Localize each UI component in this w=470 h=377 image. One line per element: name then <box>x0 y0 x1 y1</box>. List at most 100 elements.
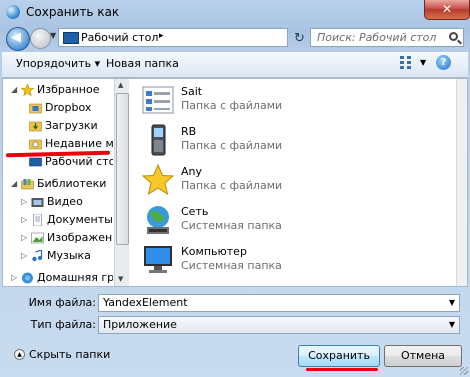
filetype-label: Тип файла: <box>30 318 96 331</box>
change-view-icon[interactable] <box>400 56 414 70</box>
forward-button[interactable] <box>30 28 51 49</box>
file-type: Папка с файлами <box>181 99 283 112</box>
nav-favorites-label: Избранное <box>37 83 100 96</box>
downloads-folder-icon <box>29 121 42 132</box>
star-icon <box>21 84 34 96</box>
browser-pane: ◢ Избранное Dropbox Загрузки Недавние ме… <box>2 78 468 287</box>
back-button[interactable]: ◀ <box>6 27 30 51</box>
help-icon[interactable]: ? <box>436 55 451 70</box>
breadcrumb-arrow-icon[interactable]: ▸ <box>159 31 164 41</box>
search-box[interactable]: Поиск: Рабочий стол <box>310 28 464 47</box>
address-text[interactable]: Рабочий стол <box>81 31 158 44</box>
view-options-dropdown-icon[interactable]: ▼ <box>420 58 426 67</box>
expand-icon[interactable]: ▷ <box>11 269 17 286</box>
new-folder-button[interactable]: Новая папка <box>106 57 179 70</box>
save-fields: Имя файла: YandexElement ▼ Тип файла: Пр… <box>0 288 470 338</box>
window-title: Сохранить как <box>26 5 120 19</box>
collapse-icon[interactable]: ◢ <box>11 175 17 193</box>
nav-item-downloads[interactable]: Загрузки <box>3 117 113 135</box>
filename-dropdown-icon[interactable]: ▼ <box>449 295 455 311</box>
libraries-icon <box>21 179 34 190</box>
scroll-up-icon[interactable]: ▲ <box>118 81 123 89</box>
folder-list-icon <box>142 86 174 114</box>
navigation-scrollbar[interactable]: ▲ ▼ <box>114 79 129 286</box>
collapse-icon[interactable]: ◢ <box>11 81 17 99</box>
nav-item-music[interactable]: ▷ Музыка <box>3 247 113 265</box>
file-name: RB <box>181 125 197 138</box>
music-icon <box>32 250 43 262</box>
command-toolbar: Упорядочить ▾ Новая папка ▼ ? <box>2 52 468 78</box>
phone-icon <box>151 124 166 156</box>
nav-item-label: Изображения <box>47 231 113 244</box>
nav-item-documents[interactable]: ▷ Документы <box>3 211 113 229</box>
desktop-icon <box>63 32 79 44</box>
nav-item-label: Музыка <box>47 249 91 262</box>
nav-homegroup[interactable]: ▷ Домашняя группа <box>3 269 113 286</box>
scrollbar-thumb[interactable] <box>116 93 129 245</box>
filetype-dropdown-icon[interactable]: ▼ <box>449 317 455 333</box>
search-input[interactable]: Поиск: Рабочий стол <box>317 31 436 44</box>
homegroup-icon <box>22 272 33 284</box>
desktop-icon <box>29 157 42 167</box>
computer-icon <box>144 246 172 273</box>
file-type: Папка с файлами <box>181 139 283 152</box>
documents-icon <box>33 214 42 226</box>
highlight-underline-save <box>306 368 378 371</box>
file-list: Sait Папка с файлами RB Папка с файлами … <box>131 79 456 286</box>
pictures-icon <box>31 232 44 244</box>
save-button[interactable]: Сохранить <box>298 345 380 367</box>
navigation-bar: ◀ ▼ Рабочий стол ▸ ▼ ↻ Поиск: Рабочий ст… <box>0 24 470 52</box>
file-name: Any <box>181 165 203 178</box>
scroll-down-icon[interactable]: ▼ <box>118 275 123 283</box>
file-list-scrollbar[interactable] <box>456 79 467 286</box>
nav-item-label: Документы <box>47 213 113 226</box>
nav-favorites[interactable]: ◢ Избранное <box>3 81 113 99</box>
list-item[interactable]: Sait Папка с файлами <box>137 81 437 121</box>
nav-libraries[interactable]: ◢ Библиотеки <box>3 175 113 193</box>
filetype-value[interactable]: Приложение <box>103 318 177 331</box>
nav-item-dropbox[interactable]: Dropbox <box>3 99 113 117</box>
close-button[interactable]: ✕ <box>424 0 470 20</box>
save-as-dialog: Сохранить как ✕ ◀ ▼ Рабочий стол ▸ ▼ ↻ П… <box>0 0 470 377</box>
collapse-arrow-icon: ▲ <box>14 349 25 360</box>
file-type: Системная папка <box>181 219 282 232</box>
list-item[interactable] <box>137 281 437 286</box>
list-item[interactable]: Any Папка с файлами <box>137 161 437 201</box>
list-item[interactable]: RB Папка с файлами <box>137 121 437 161</box>
dropbox-icon <box>29 103 42 114</box>
nav-item-video[interactable]: ▷ Видео <box>3 193 113 211</box>
expand-icon[interactable]: ▷ <box>21 229 27 247</box>
star-icon <box>141 163 175 196</box>
filename-label: Имя файла: <box>28 296 96 309</box>
address-bar[interactable]: Рабочий стол ▸ ▼ <box>58 28 337 47</box>
filetype-select[interactable]: Приложение ▼ <box>98 316 460 334</box>
file-type: Системная папка <box>181 259 282 272</box>
nav-item-label: Видео <box>47 195 83 208</box>
expand-icon[interactable]: ▷ <box>21 211 27 229</box>
navigation-pane: ◢ Избранное Dropbox Загрузки Недавние ме… <box>3 79 113 286</box>
recent-pages-dropdown-icon[interactable]: ▼ <box>50 31 56 40</box>
filename-value[interactable]: YandexElement <box>103 296 188 309</box>
nav-item-label: Dropbox <box>45 101 92 114</box>
file-type: Папка с файлами <box>181 179 283 192</box>
list-item[interactable]: Компьютер Системная папка <box>137 241 437 281</box>
expand-icon[interactable]: ▷ <box>21 193 27 211</box>
app-globe-icon <box>6 5 20 19</box>
expand-icon[interactable]: ▷ <box>21 247 27 265</box>
video-icon <box>31 198 44 207</box>
nav-libraries-label: Библиотеки <box>37 177 107 190</box>
list-item[interactable]: Сеть Системная папка <box>137 201 437 241</box>
folder-icon <box>141 283 175 286</box>
file-name: Сеть <box>181 205 209 218</box>
organize-button[interactable]: Упорядочить ▾ <box>16 57 100 70</box>
nav-item-label: Загрузки <box>45 119 98 132</box>
nav-homegroup-label: Домашняя группа <box>37 271 113 284</box>
filename-field[interactable]: YandexElement ▼ <box>98 294 460 312</box>
resize-grip[interactable] <box>460 367 468 375</box>
nav-item-pictures[interactable]: ▷ Изображения <box>3 229 113 247</box>
cancel-button[interactable]: Отмена <box>384 345 462 367</box>
refresh-icon[interactable]: ↻ <box>294 31 305 46</box>
back-arrow-icon: ◀ <box>11 30 21 45</box>
recent-places-icon <box>29 139 42 150</box>
hide-folders-label: Скрыть папки <box>29 348 111 361</box>
